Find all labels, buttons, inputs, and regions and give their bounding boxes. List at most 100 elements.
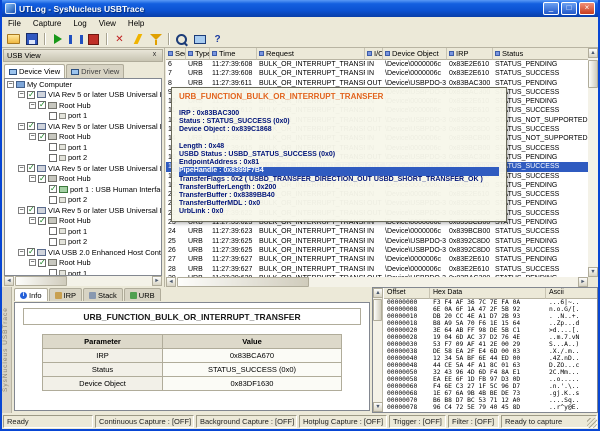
checkbox[interactable] — [49, 238, 57, 246]
scroll-down-icon[interactable]: ▼ — [588, 267, 598, 277]
hex-row[interactable]: 00000038 DE 58 EA 2F E4 6D 00 03 .X./.m.… — [384, 348, 597, 355]
find-button[interactable] — [173, 32, 190, 47]
trigger-button[interactable] — [129, 32, 146, 47]
hex-row[interactable]: 00000008 6E 0A 6F 1A 47 2F 5B 92 n.o.G/[… — [384, 306, 597, 313]
capture-start-button[interactable] — [49, 32, 66, 47]
column-header[interactable]: Time — [210, 48, 257, 60]
scroll-up-icon[interactable]: ▲ — [588, 48, 598, 58]
checkbox[interactable] — [49, 196, 57, 204]
hex-row[interactable]: 00000068 1E 67 6A 9B 4B BE DE 73 .gj.K..… — [384, 390, 597, 397]
hex-row[interactable]: 00000000 F3 F4 AF 36 7C 7E FA 0A ...6|~.… — [384, 299, 597, 306]
expander-icon[interactable]: − — [18, 249, 25, 256]
hex-row[interactable]: 00000058 EA EE 6F 1D FB 97 D3 0D ..o....… — [384, 376, 597, 383]
hex-column-header[interactable]: Offset — [384, 288, 430, 299]
tree-item[interactable]: − Root Hub — [5, 132, 161, 143]
checkbox[interactable] — [38, 101, 46, 109]
tree-item[interactable]: − VIA Rev 5 or later USB Universal Host … — [5, 205, 161, 216]
table-row[interactable]: 26 URB 11:27:39:625 BULK_OR_INTERRUPT_TR… — [166, 246, 588, 255]
menu-file[interactable]: File — [2, 17, 27, 31]
checkbox[interactable] — [27, 206, 35, 214]
expander-icon[interactable]: − — [7, 81, 14, 88]
table-row[interactable]: 24 URB 11:27:39:623 BULK_OR_INTERRUPT_TR… — [166, 227, 588, 236]
hex-row[interactable]: 00000060 F4 6E C3 27 1F 5C 96 D7 .n.'.\.… — [384, 383, 597, 390]
panel-close-icon[interactable]: x — [150, 51, 159, 60]
tab-driver-view[interactable]: Driver View — [66, 64, 124, 78]
tab-device-view[interactable]: Device View — [4, 64, 65, 78]
expander-icon[interactable]: − — [29, 217, 36, 224]
tab-stack[interactable]: Stack — [83, 288, 123, 301]
tree-item[interactable]: − Root Hub — [5, 174, 161, 185]
expander-icon[interactable]: − — [18, 123, 25, 130]
hex-row[interactable]: 00000018 B8 A9 5A 70 F6 1E 15 64 ..Zp...… — [384, 320, 597, 327]
close-button[interactable]: × — [579, 2, 595, 15]
scroll-thumb[interactable] — [588, 60, 598, 88]
hex-row[interactable]: 00000078 96 C4 72 5E 79 40 45 8D ..r^y@E… — [384, 404, 597, 411]
checkbox[interactable] — [49, 227, 57, 235]
open-button[interactable] — [5, 32, 22, 47]
delete-button[interactable] — [111, 32, 128, 47]
hex-column-header[interactable]: Hex Data — [430, 288, 546, 299]
checkbox[interactable] — [27, 248, 35, 256]
tree-item[interactable]: − VIA Rev 5 or later USB Universal Host … — [5, 163, 161, 174]
minimize-button[interactable]: _ — [543, 2, 559, 15]
hex-row[interactable]: 00000028 19 04 6D AC 37 D2 76 4E ..m.7.v… — [384, 334, 597, 341]
expander-icon[interactable]: − — [29, 259, 36, 266]
expander-icon[interactable]: − — [29, 133, 36, 140]
checkbox[interactable] — [27, 164, 35, 172]
scroll-right-icon[interactable]: ► — [152, 276, 162, 286]
checkbox[interactable] — [38, 259, 46, 267]
help-button[interactable] — [209, 32, 226, 47]
checkbox[interactable] — [38, 175, 46, 183]
checkbox[interactable] — [49, 185, 57, 193]
column-header[interactable]: IRP — [447, 48, 493, 60]
column-header[interactable]: Type — [186, 48, 210, 60]
checkbox[interactable] — [38, 133, 46, 141]
scroll-right-icon[interactable]: ► — [578, 277, 588, 287]
menu-view[interactable]: View — [93, 17, 122, 31]
tree-item[interactable]: − port 1 — [5, 111, 161, 122]
scroll-thumb[interactable] — [15, 276, 67, 286]
maximize-button[interactable]: □ — [561, 2, 577, 15]
save-button[interactable] — [23, 32, 40, 47]
tab-urb[interactable]: URB — [124, 288, 161, 301]
tree-item[interactable]: − Root Hub — [5, 100, 161, 111]
tree-item[interactable]: − Root Hub — [5, 216, 161, 227]
checkbox[interactable] — [38, 217, 46, 225]
expander-icon[interactable]: − — [18, 91, 25, 98]
column-header[interactable]: Status — [493, 48, 588, 60]
title-bar[interactable]: UTLog - SysNucleus USBTrace _ □ × — [2, 0, 598, 17]
table-row[interactable]: 6 URB 11:27:39:608 BULK_OR_INTERRUPT_TRA… — [166, 60, 588, 69]
hex-column-header[interactable]: Ascii — [546, 288, 597, 299]
hex-row[interactable]: 00000040 12 34 5A BF 6E 44 ED 00 .4Z.nD.… — [384, 355, 597, 362]
checkbox[interactable] — [27, 122, 35, 130]
capture-pause-button[interactable] — [67, 32, 84, 47]
tab-irp[interactable]: IRP — [49, 288, 83, 301]
column-header[interactable]: Seq — [166, 48, 186, 60]
hex-row[interactable]: 00000020 3E 64 AB FF 98 DE 5B C1 >d....[… — [384, 327, 597, 334]
scroll-left-icon[interactable]: ◄ — [4, 276, 14, 286]
expander-icon[interactable]: − — [18, 207, 25, 214]
filter-button[interactable] — [147, 32, 164, 47]
tree-item[interactable]: − My Computer — [5, 79, 161, 90]
tree-item[interactable]: − port 2 — [5, 153, 161, 164]
hex-row[interactable]: 00000030 53 F7 09 AF 41 2E 00 29 S...A..… — [384, 341, 597, 348]
hex-row[interactable]: 00000010 DB 20 CC 4E A1 D7 2B 93 . .N..+… — [384, 313, 597, 320]
tree-item[interactable]: − port 1 : USB Human Interface De — [5, 184, 161, 195]
tree-item[interactable]: − VIA Rev 5 or later USB Universal Host … — [5, 121, 161, 132]
column-header[interactable]: Device Object — [383, 48, 447, 60]
expander-icon[interactable]: − — [29, 102, 36, 109]
scroll-thumb[interactable] — [373, 299, 382, 321]
column-header[interactable]: I/O — [365, 48, 383, 60]
tree-item[interactable]: − port 2 — [5, 195, 161, 206]
scroll-up-icon[interactable]: ▲ — [373, 288, 383, 298]
checkbox[interactable] — [49, 112, 57, 120]
table-row[interactable]: 27 URB 11:27:39:627 BULK_OR_INTERRUPT_TR… — [166, 255, 588, 264]
table-row[interactable]: 7 URB 11:27:39:608 BULK_OR_INTERRUPT_TRA… — [166, 69, 588, 78]
capture-stop-button[interactable] — [85, 32, 102, 47]
scroll-thumb[interactable] — [177, 277, 309, 287]
hex-row[interactable]: 00000048 44 CE 5A 4F A1 8C 01 63 D.ZO...… — [384, 362, 597, 369]
table-vertical-scrollbar[interactable]: ▲ ▼ — [588, 48, 598, 277]
devices-button[interactable] — [191, 32, 208, 47]
scroll-down-icon[interactable]: ▼ — [373, 402, 383, 412]
tree-item[interactable]: − port 1 — [5, 268, 161, 276]
